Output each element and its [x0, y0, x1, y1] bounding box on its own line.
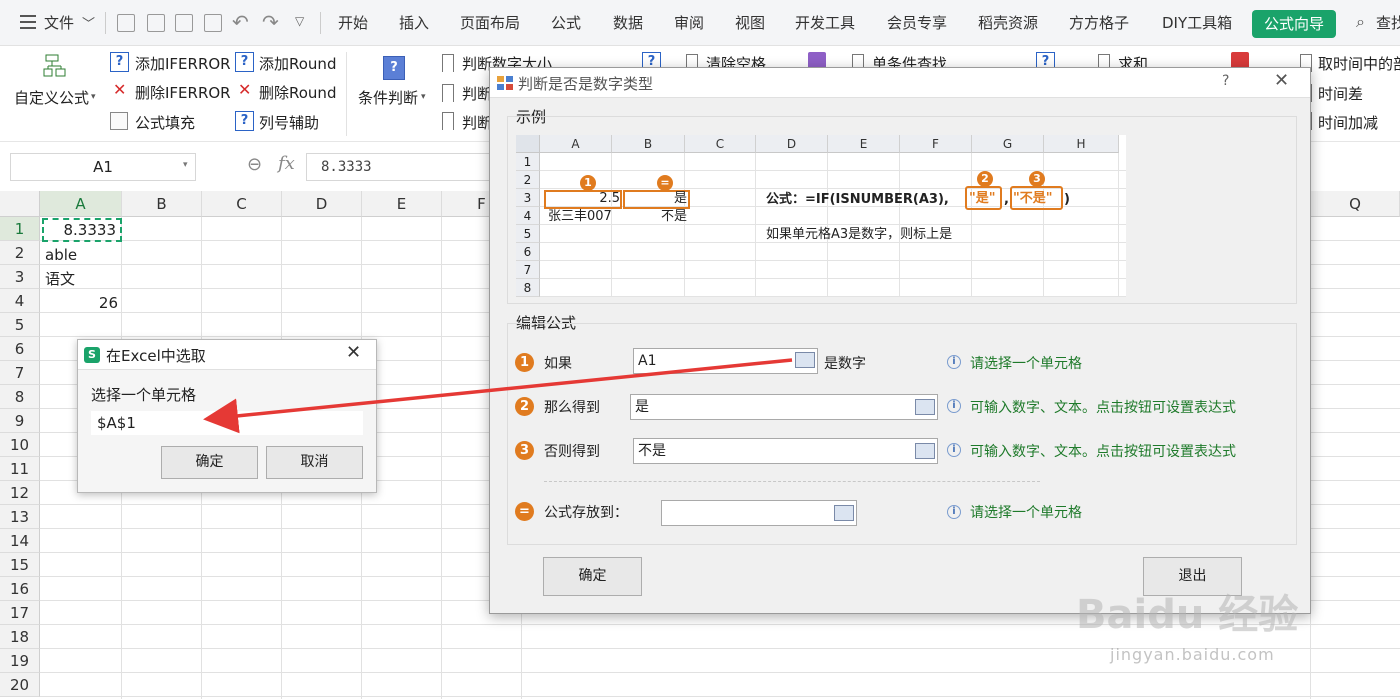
watermark-brand: Baidu 经验 — [1076, 592, 1299, 638]
watermark-url: jingyan.baidu.com — [1110, 645, 1275, 664]
